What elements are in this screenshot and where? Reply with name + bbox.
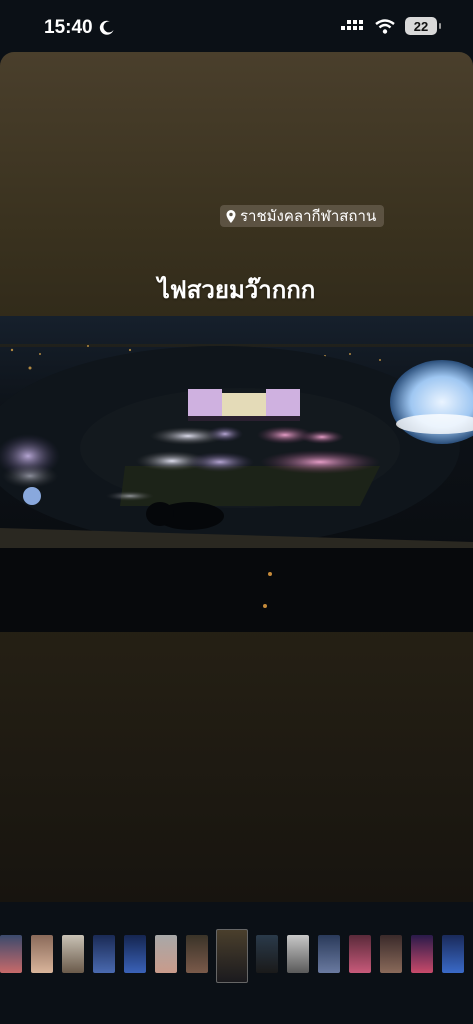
story-thumbnail[interactable] xyxy=(124,935,146,973)
story-viewer[interactable]: ราชมังคลากีฬาสถาน ไฟสวยมว๊ากกก xyxy=(0,52,473,902)
story-thumbnail[interactable] xyxy=(349,935,371,973)
story-thumbnail[interactable] xyxy=(256,935,278,973)
story-thumbnail[interactable] xyxy=(186,935,208,973)
location-pin-icon xyxy=(226,209,236,223)
status-time: 15:40 xyxy=(44,17,115,39)
story-thumbnail[interactable] xyxy=(62,935,84,973)
story-thumbnail[interactable] xyxy=(93,935,115,973)
location-sticker[interactable]: ราชมังคลากีฬาสถาน xyxy=(220,205,385,227)
moon-icon xyxy=(99,20,114,35)
location-label: ราชมังคลากีฬาสถาน xyxy=(240,208,377,225)
wifi-icon xyxy=(375,18,395,34)
story-thumbnail[interactable] xyxy=(0,935,22,973)
story-thumbnail[interactable] xyxy=(31,935,53,973)
battery-level: 22 xyxy=(413,18,429,34)
story-thumbnail[interactable] xyxy=(380,935,402,973)
story-thumbnail[interactable] xyxy=(287,935,309,973)
signal-icon xyxy=(341,20,363,30)
concert-photo xyxy=(0,316,473,632)
battery-indicator: 22 xyxy=(405,17,441,35)
story-thumbnail-strip[interactable] xyxy=(0,922,473,983)
status-indicators: 22 xyxy=(341,17,441,35)
story-thumbnail[interactable] xyxy=(442,935,464,973)
status-bar: 15:40 22 xyxy=(0,0,473,52)
story-caption: ไฟสวยมว๊ากกก xyxy=(157,277,316,304)
story-thumbnail[interactable] xyxy=(155,935,177,973)
story-thumbnail[interactable] xyxy=(411,935,433,973)
time-label: 15:40 xyxy=(44,17,93,38)
story-thumbnail-active[interactable] xyxy=(216,929,248,983)
story-thumbnail[interactable] xyxy=(318,935,340,973)
